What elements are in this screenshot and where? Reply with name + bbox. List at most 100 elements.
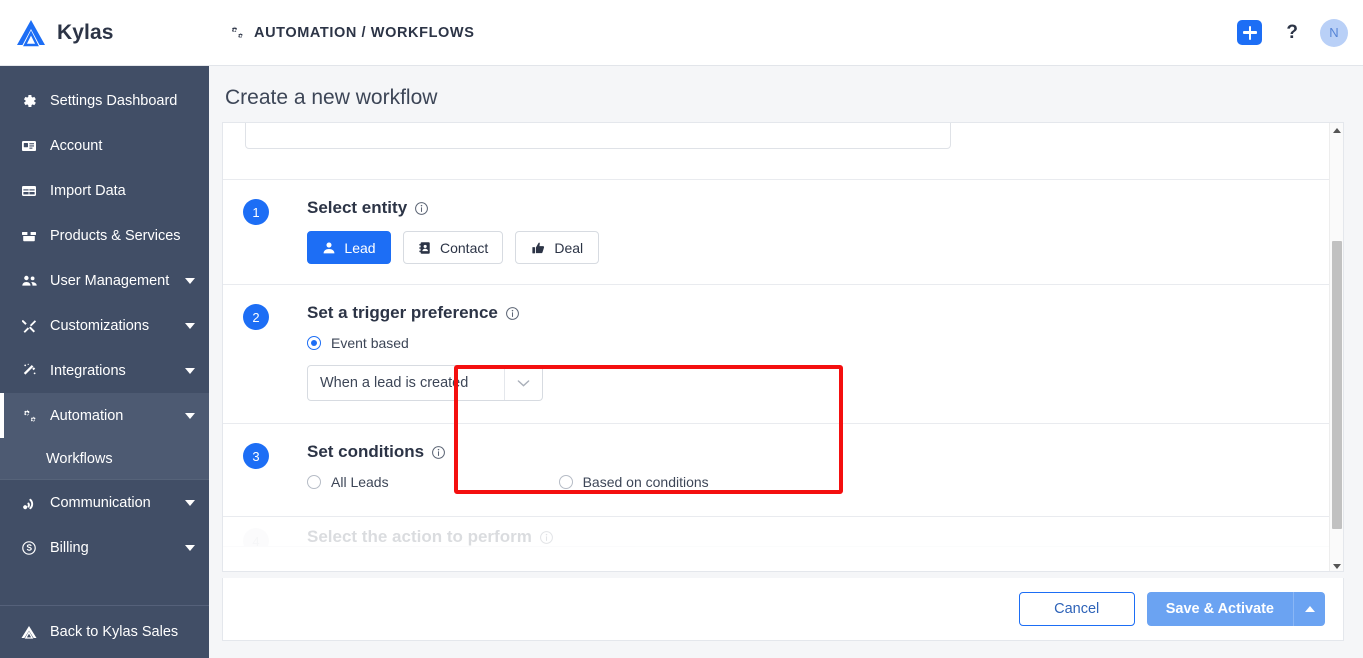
radio-label: All Leads	[331, 474, 389, 490]
cancel-button[interactable]: Cancel	[1018, 592, 1135, 626]
sidebar-item-communication[interactable]: Communication	[0, 480, 209, 525]
breadcrumb-text: AUTOMATION / WORKFLOWS	[254, 24, 475, 41]
trigger-event-value: When a lead is created	[320, 375, 469, 391]
top-bar-actions: ? N	[1237, 18, 1348, 47]
chevron-down-icon[interactable]	[505, 379, 542, 388]
radio-label: Based on conditions	[582, 474, 709, 490]
workflow-name-section	[223, 123, 1331, 180]
avatar[interactable]: N	[1320, 18, 1348, 47]
sidebar-subitem-label: Workflows	[46, 450, 113, 467]
chevron-down-icon	[185, 277, 195, 284]
sidebar-item-label: Back to Kylas Sales	[50, 624, 179, 640]
page-title: Create a new workflow	[225, 86, 438, 109]
conditions-radio-group: All Leads Based on conditions	[307, 474, 709, 516]
sidebar-item-label: Integrations	[50, 362, 126, 379]
sidebar-item-import-data[interactable]: Import Data	[0, 168, 209, 213]
radio-based-on-conditions[interactable]: Based on conditions	[558, 474, 709, 490]
thumbs-up-icon	[531, 241, 546, 255]
sidebar-item-back-to-kylas-sales[interactable]: Back to Kylas Sales	[0, 606, 209, 658]
top-bar: AUTOMATION / WORKFLOWS ? N	[209, 0, 1363, 66]
section-select-action: 4 Select the action to perform	[223, 517, 1331, 547]
entity-button-label: Contact	[440, 239, 489, 256]
sidebar-bottom: Back to Kylas Sales	[0, 605, 209, 658]
workflow-name-input[interactable]	[245, 123, 951, 149]
section-trigger-preference: 2 Set a trigger preference Event based W…	[223, 285, 1331, 424]
form-scroll-viewport: 1 Select entity Lead Contact Deal 2 Set …	[223, 123, 1331, 571]
sidebar-item-label: Communication	[50, 494, 151, 511]
sidebar-item-label: Account	[50, 137, 103, 154]
sidebar-item-settings-dashboard[interactable]: Settings Dashboard	[0, 78, 209, 123]
sidebar-item-label: User Management	[50, 272, 170, 289]
breadcrumb[interactable]: AUTOMATION / WORKFLOWS	[229, 25, 474, 41]
chevron-down-icon	[185, 322, 195, 329]
radio-event-based[interactable]: Event based	[307, 335, 543, 351]
address-book-icon	[418, 241, 432, 255]
radio-button[interactable]	[558, 475, 573, 489]
sidebar-item-billing[interactable]: Billing	[0, 525, 209, 570]
sidebar-item-products-services[interactable]: Products & Services	[0, 213, 209, 258]
magic-wand-icon	[18, 363, 40, 379]
info-circle-icon[interactable]	[539, 530, 554, 545]
sidebar-item-automation[interactable]: Automation	[0, 393, 209, 438]
tools-icon	[18, 318, 40, 334]
sidebar-item-label: Products & Services	[50, 227, 181, 244]
entity-button-lead[interactable]: Lead	[307, 231, 391, 264]
radio-label: Event based	[331, 335, 409, 351]
cogs-icon	[18, 408, 40, 424]
entity-button-label: Lead	[344, 239, 376, 256]
page-content: Create a new workflow 1 Select entity Le…	[209, 66, 1363, 658]
section-title: Set conditions	[307, 442, 425, 461]
gear-icon	[18, 93, 40, 109]
step-badge: 2	[243, 304, 269, 330]
app-root: Kylas Settings Dashboard Account Import	[0, 0, 1363, 658]
entity-button-group: Lead Contact Deal	[307, 231, 600, 284]
chevron-down-icon	[185, 544, 195, 551]
broadcast-icon	[18, 495, 40, 511]
entity-button-contact[interactable]: Contact	[403, 231, 504, 264]
help-button[interactable]: ?	[1286, 23, 1298, 42]
sidebar-item-user-management[interactable]: User Management	[0, 258, 209, 303]
sidebar-subitem-workflows[interactable]: Workflows	[0, 438, 209, 480]
chevron-down-icon	[185, 367, 195, 374]
section-select-entity: 1 Select entity Lead Contact Deal	[223, 180, 1331, 285]
sidebar-item-account[interactable]: Account	[0, 123, 209, 168]
person-icon	[322, 241, 336, 255]
brand-header[interactable]: Kylas	[0, 0, 209, 66]
info-circle-icon[interactable]	[505, 306, 520, 321]
sidebar-item-label: Customizations	[50, 317, 150, 334]
info-circle-icon[interactable]	[414, 201, 429, 216]
section-set-conditions: 3 Set conditions All Leads Based on cond…	[223, 424, 1331, 517]
info-circle-icon[interactable]	[431, 445, 446, 460]
radio-button[interactable]	[307, 336, 321, 350]
sidebar: Kylas Settings Dashboard Account Import	[0, 0, 209, 658]
save-and-activate-button[interactable]: Save & Activate	[1146, 592, 1293, 626]
vertical-scrollbar[interactable]	[1329, 123, 1343, 571]
chevron-down-icon	[185, 499, 195, 506]
form-footer: Cancel Save & Activate	[222, 578, 1344, 641]
chevron-up-icon[interactable]	[1293, 592, 1325, 626]
kylas-mountain-logo-icon	[14, 18, 48, 48]
section-title: Select entity	[307, 198, 408, 217]
sidebar-item-label: Settings Dashboard	[50, 92, 178, 109]
sidebar-item-customizations[interactable]: Customizations	[0, 303, 209, 348]
workflow-form-card: 1 Select entity Lead Contact Deal 2 Set …	[222, 122, 1344, 572]
entity-button-deal[interactable]: Deal	[515, 231, 600, 264]
triangle-down-icon[interactable]	[1330, 559, 1343, 571]
radio-button[interactable]	[307, 475, 321, 489]
sidebar-nav: Settings Dashboard Account Import Data P…	[0, 66, 209, 570]
sidebar-item-label: Billing	[50, 539, 89, 556]
step-badge: 1	[243, 199, 269, 225]
plus-icon[interactable]	[1237, 20, 1263, 45]
trigger-event-select[interactable]: When a lead is created	[307, 365, 543, 401]
dollar-circle-icon	[18, 540, 40, 556]
chevron-down-icon	[185, 412, 195, 419]
sidebar-item-label: Automation	[50, 407, 124, 424]
radio-all-leads[interactable]: All Leads	[307, 474, 389, 490]
step-badge: 4	[243, 528, 269, 546]
sidebar-item-label: Import Data	[50, 182, 126, 199]
sidebar-item-integrations[interactable]: Integrations	[0, 348, 209, 393]
triangle-up-icon[interactable]	[1330, 123, 1343, 137]
users-icon	[18, 273, 40, 289]
scrollbar-thumb[interactable]	[1332, 241, 1342, 529]
step-badge: 3	[243, 443, 269, 469]
